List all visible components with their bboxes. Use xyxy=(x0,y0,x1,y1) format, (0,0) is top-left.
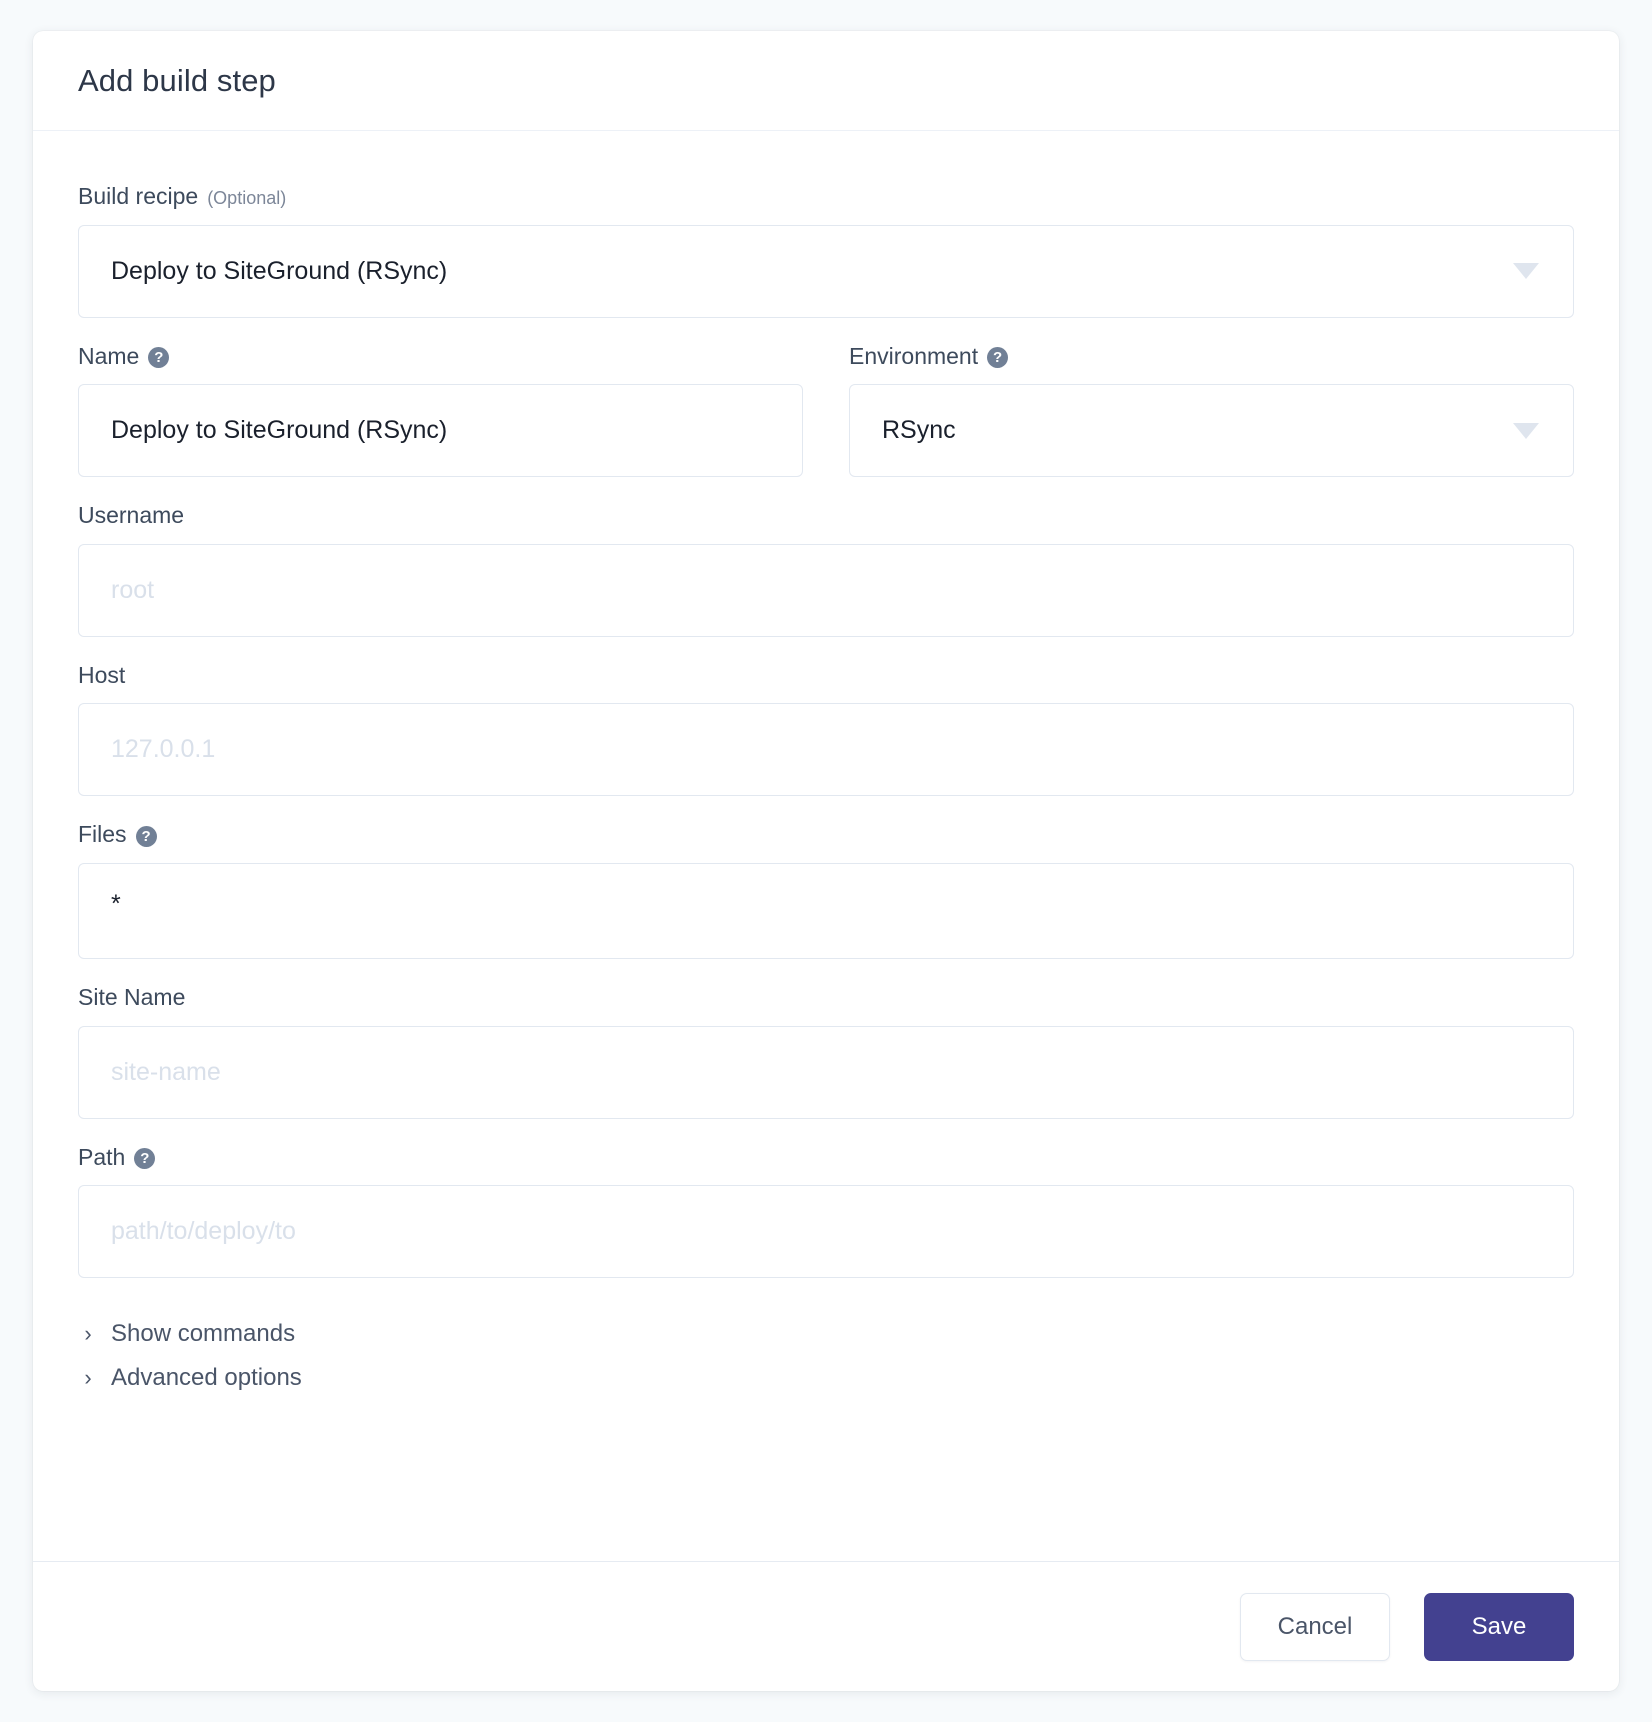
environment-value: RSync xyxy=(882,416,956,445)
field-environment: Environment ? RSync xyxy=(849,343,1574,478)
field-site-name: Site Name site-name xyxy=(78,984,1574,1119)
page-title: Add build step xyxy=(78,62,276,98)
cancel-button[interactable]: Cancel xyxy=(1240,1592,1390,1661)
chevron-down-icon xyxy=(1513,263,1539,280)
disclosure-advanced-options[interactable]: › Advanced options xyxy=(78,1364,302,1392)
path-label: Path xyxy=(78,1143,126,1170)
chevron-down-icon xyxy=(1513,422,1539,439)
name-label: Name xyxy=(78,342,140,369)
disclosure-list: › Show commands › Advanced options xyxy=(78,1320,1574,1392)
files-input[interactable]: * xyxy=(78,862,1574,959)
path-placeholder: path/to/deploy/to xyxy=(111,1217,296,1246)
files-label: Files xyxy=(78,821,127,848)
files-value: * xyxy=(111,889,121,918)
files-label-row: Files ? xyxy=(78,821,1574,849)
build-recipe-label-row: Build recipe (Optional) xyxy=(78,183,1574,211)
build-recipe-value: Deploy to SiteGround (RSync) xyxy=(111,256,448,285)
save-button[interactable]: Save xyxy=(1424,1592,1574,1661)
name-environment-row: Name ? Deploy to SiteGround (RSync) Envi… xyxy=(78,343,1574,503)
host-label: Host xyxy=(78,661,126,688)
disclosure-advanced-options-label: Advanced options xyxy=(111,1364,302,1392)
field-files: Files ? * xyxy=(78,821,1574,959)
field-name: Name ? Deploy to SiteGround (RSync) xyxy=(78,343,803,478)
site-name-label: Site Name xyxy=(78,983,186,1010)
host-placeholder: 127.0.0.1 xyxy=(111,735,216,764)
site-name-placeholder: site-name xyxy=(111,1057,221,1086)
name-label-row: Name ? xyxy=(78,343,803,371)
field-build-recipe: Build recipe (Optional) Deploy to SiteGr… xyxy=(78,183,1574,318)
environment-label-row: Environment ? xyxy=(849,343,1574,371)
help-icon[interactable]: ? xyxy=(987,346,1009,368)
site-name-input[interactable]: site-name xyxy=(78,1025,1574,1119)
field-username: Username root xyxy=(78,502,1574,637)
help-icon[interactable]: ? xyxy=(135,825,157,847)
site-name-label-row: Site Name xyxy=(78,984,1574,1012)
dialog-footer: Cancel Save xyxy=(33,1561,1619,1691)
host-input[interactable]: 127.0.0.1 xyxy=(78,703,1574,797)
field-host: Host 127.0.0.1 xyxy=(78,662,1574,797)
chevron-right-icon: › xyxy=(84,1365,92,1391)
username-placeholder: root xyxy=(111,575,155,604)
build-recipe-label: Build recipe xyxy=(78,183,199,209)
name-input[interactable]: Deploy to SiteGround (RSync) xyxy=(78,384,803,478)
build-recipe-select[interactable]: Deploy to SiteGround (RSync) xyxy=(78,224,1574,318)
path-input[interactable]: path/to/deploy/to xyxy=(78,1185,1574,1279)
path-label-row: Path ? xyxy=(78,1144,1574,1172)
environment-select[interactable]: RSync xyxy=(849,384,1574,478)
dialog-body: Build recipe (Optional) Deploy to SiteGr… xyxy=(33,131,1619,1561)
username-label: Username xyxy=(78,502,185,529)
dialog-header: Add build step xyxy=(33,31,1619,131)
help-icon[interactable]: ? xyxy=(148,346,170,368)
disclosure-show-commands-label: Show commands xyxy=(111,1320,296,1348)
environment-label: Environment xyxy=(849,342,979,369)
name-value: Deploy to SiteGround (RSync) xyxy=(111,416,448,445)
username-label-row: Username xyxy=(78,502,1574,530)
username-input[interactable]: root xyxy=(78,543,1574,637)
build-recipe-optional-tag: (Optional) xyxy=(207,188,287,208)
add-build-step-dialog: Add build step Build recipe (Optional) D… xyxy=(33,31,1619,1691)
chevron-right-icon: › xyxy=(84,1321,92,1347)
disclosure-show-commands[interactable]: › Show commands xyxy=(78,1320,295,1348)
help-icon[interactable]: ? xyxy=(134,1147,156,1169)
field-path: Path ? path/to/deploy/to xyxy=(78,1144,1574,1279)
host-label-row: Host xyxy=(78,662,1574,690)
